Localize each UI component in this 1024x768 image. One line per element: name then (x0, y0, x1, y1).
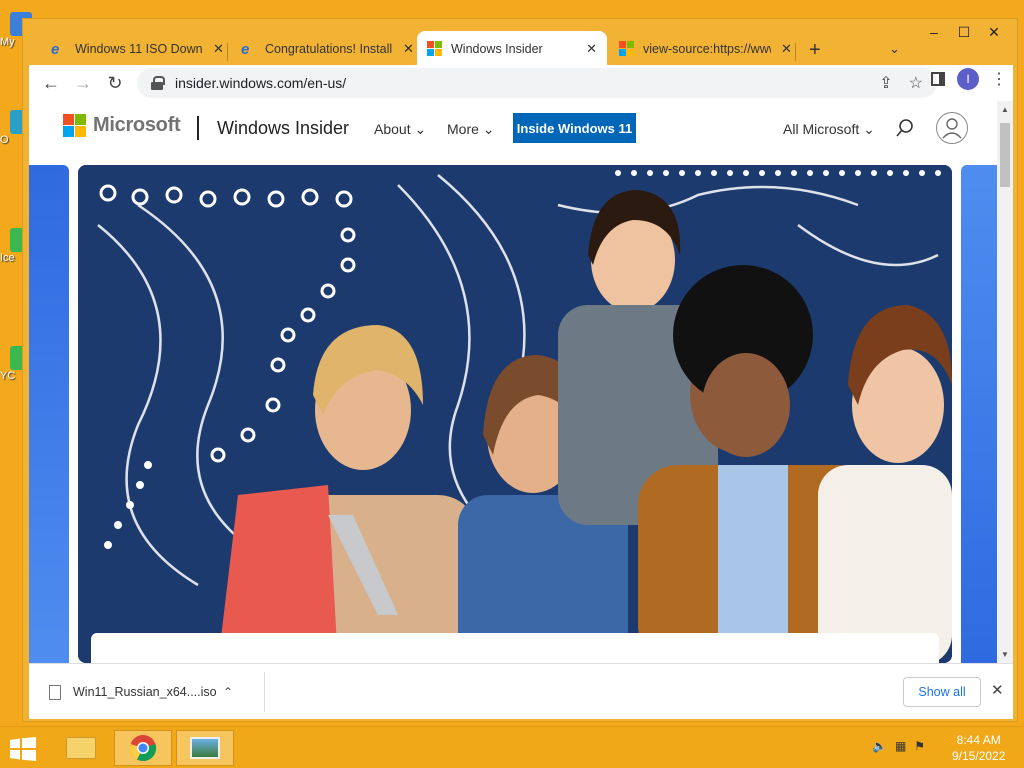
chevron-down-icon: ⌄ (414, 121, 427, 137)
download-file-name: Win11_Russian_x64....iso (73, 685, 217, 699)
chevron-down-icon: ⌄ (482, 121, 495, 137)
microsoft-logo-icon (63, 114, 86, 137)
clock[interactable]: 8:44 AM 9/15/2022 (952, 732, 1005, 764)
tab-view-source[interactable]: view-source:https://www ✕ (609, 31, 802, 67)
search-icon[interactable] (895, 118, 915, 138)
inside-windows-11-button[interactable]: Inside Windows 11 (513, 113, 636, 143)
forward-button[interactable]: → (67, 67, 99, 99)
close-tab-icon[interactable]: ✕ (213, 41, 224, 57)
desktop-icon-label: O (0, 134, 9, 146)
close-tab-icon[interactable]: ✕ (586, 41, 597, 57)
tab-title: view-source:https://www (643, 42, 771, 56)
page-scrollbar[interactable]: ▲ ▼ (997, 101, 1013, 663)
tab-windows-11-iso[interactable]: e Windows 11 ISO Downl ✕ (41, 31, 234, 67)
tab-title: Congratulations! Install (265, 42, 393, 56)
scroll-up-icon[interactable]: ▲ (1001, 105, 1009, 114)
clock-time: 8:44 AM (956, 733, 1001, 747)
chevron-down-icon: ⌄ (863, 121, 875, 137)
scroll-down-icon[interactable]: ▼ (1001, 650, 1009, 659)
download-item[interactable]: Win11_Russian_x64....iso ⌃ (41, 672, 265, 712)
profile-avatar[interactable]: I (957, 68, 979, 90)
sign-in-icon[interactable] (936, 112, 968, 144)
desktop-icon-label: YC (0, 370, 16, 382)
nav-more-label: More (447, 121, 479, 137)
tab-search-chevron-icon[interactable]: ⌄ (889, 41, 900, 57)
taskbar-photo-viewer[interactable] (176, 730, 234, 766)
windows-start-icon[interactable] (10, 737, 36, 761)
clock-date: 9/15/2022 (952, 749, 1006, 763)
bookmark-star-icon[interactable]: ☆ (909, 73, 923, 93)
tab-separator (227, 43, 228, 61)
folder-icon (66, 737, 96, 759)
carousel-prev-card[interactable] (29, 165, 69, 663)
volume-muted-icon[interactable]: 🔈 (872, 739, 887, 753)
all-microsoft-menu[interactable]: All Microsoft ⌄ (783, 121, 875, 138)
all-microsoft-label: All Microsoft (783, 121, 860, 137)
brand-name: Microsoft (93, 114, 181, 136)
desktop-icon-label: My (0, 36, 15, 48)
url-text: insider.windows.com/en-us/ (175, 75, 347, 91)
download-bar: Win11_Russian_x64....iso ⌃ Show all ✕ (29, 663, 1013, 719)
edge-icon: e (51, 41, 60, 58)
hero-content-card (91, 633, 939, 663)
tab-title: Windows Insider (451, 42, 543, 56)
side-panel-icon[interactable] (931, 72, 945, 86)
microsoft-icon (427, 41, 443, 57)
browser-window: – ☐ ✕ e Windows 11 ISO Downl ✕ e Congrat… (22, 18, 1018, 722)
action-center-icon[interactable]: ⚑ (914, 739, 925, 753)
desktop-icon-label: Ice (0, 252, 15, 264)
back-button[interactable]: ← (35, 67, 67, 99)
tab-windows-insider[interactable]: Windows Insider ✕ (417, 31, 607, 67)
taskbar-file-explorer[interactable] (52, 730, 110, 766)
menu-kebab-icon[interactable]: ⋮ (991, 69, 1007, 89)
tab-strip: e Windows 11 ISO Downl ✕ e Congratulatio… (23, 29, 1017, 67)
nav-more[interactable]: More ⌄ (447, 121, 495, 138)
show-all-button[interactable]: Show all (903, 677, 981, 707)
nav-about-label: About (374, 121, 411, 137)
scrollbar-thumb[interactable] (1000, 123, 1010, 187)
carousel-next-card[interactable] (961, 165, 997, 663)
close-download-bar-icon[interactable]: ✕ (991, 681, 1004, 699)
reload-button[interactable]: ↻ (99, 67, 131, 99)
hero-image (78, 165, 952, 663)
close-tab-icon[interactable]: ✕ (781, 41, 792, 57)
chrome-icon (129, 735, 157, 762)
site-header: Microsoft Windows Insider About ⌄ More ⌄… (29, 101, 997, 159)
tab-title: Windows 11 ISO Downl (75, 42, 203, 56)
share-icon[interactable]: ⇪ (879, 73, 892, 93)
file-icon (49, 684, 61, 700)
nav-about[interactable]: About ⌄ (374, 121, 426, 138)
hero-illustration (78, 165, 952, 663)
browser-toolbar: ← → ↻ insider.windows.com/en-us/ ⇪ ☆ I ⋮ (29, 65, 1013, 101)
tab-congratulations[interactable]: e Congratulations! Install ✕ (231, 31, 424, 67)
lock-icon (151, 76, 165, 90)
taskbar: 🔈 ▦ ⚑ 8:44 AM 9/15/2022 (0, 726, 1024, 768)
taskbar-chrome[interactable] (114, 730, 172, 766)
photo-icon (190, 737, 220, 759)
microsoft-icon (619, 41, 635, 57)
product-title[interactable]: Windows Insider (217, 118, 349, 139)
new-tab-button[interactable]: + (809, 39, 821, 62)
microsoft-logo[interactable]: Microsoft (63, 114, 181, 137)
address-bar[interactable]: insider.windows.com/en-us/ ⇪ ☆ (137, 68, 937, 98)
system-tray: 🔈 ▦ ⚑ (872, 739, 925, 753)
chevron-up-icon[interactable]: ⌃ (223, 685, 233, 699)
page-viewport: Microsoft Windows Insider About ⌄ More ⌄… (29, 101, 1013, 663)
tab-separator (795, 43, 796, 61)
edge-icon: e (241, 41, 250, 58)
close-tab-icon[interactable]: ✕ (403, 41, 414, 57)
header-divider (197, 116, 199, 140)
network-icon[interactable]: ▦ (895, 739, 906, 753)
